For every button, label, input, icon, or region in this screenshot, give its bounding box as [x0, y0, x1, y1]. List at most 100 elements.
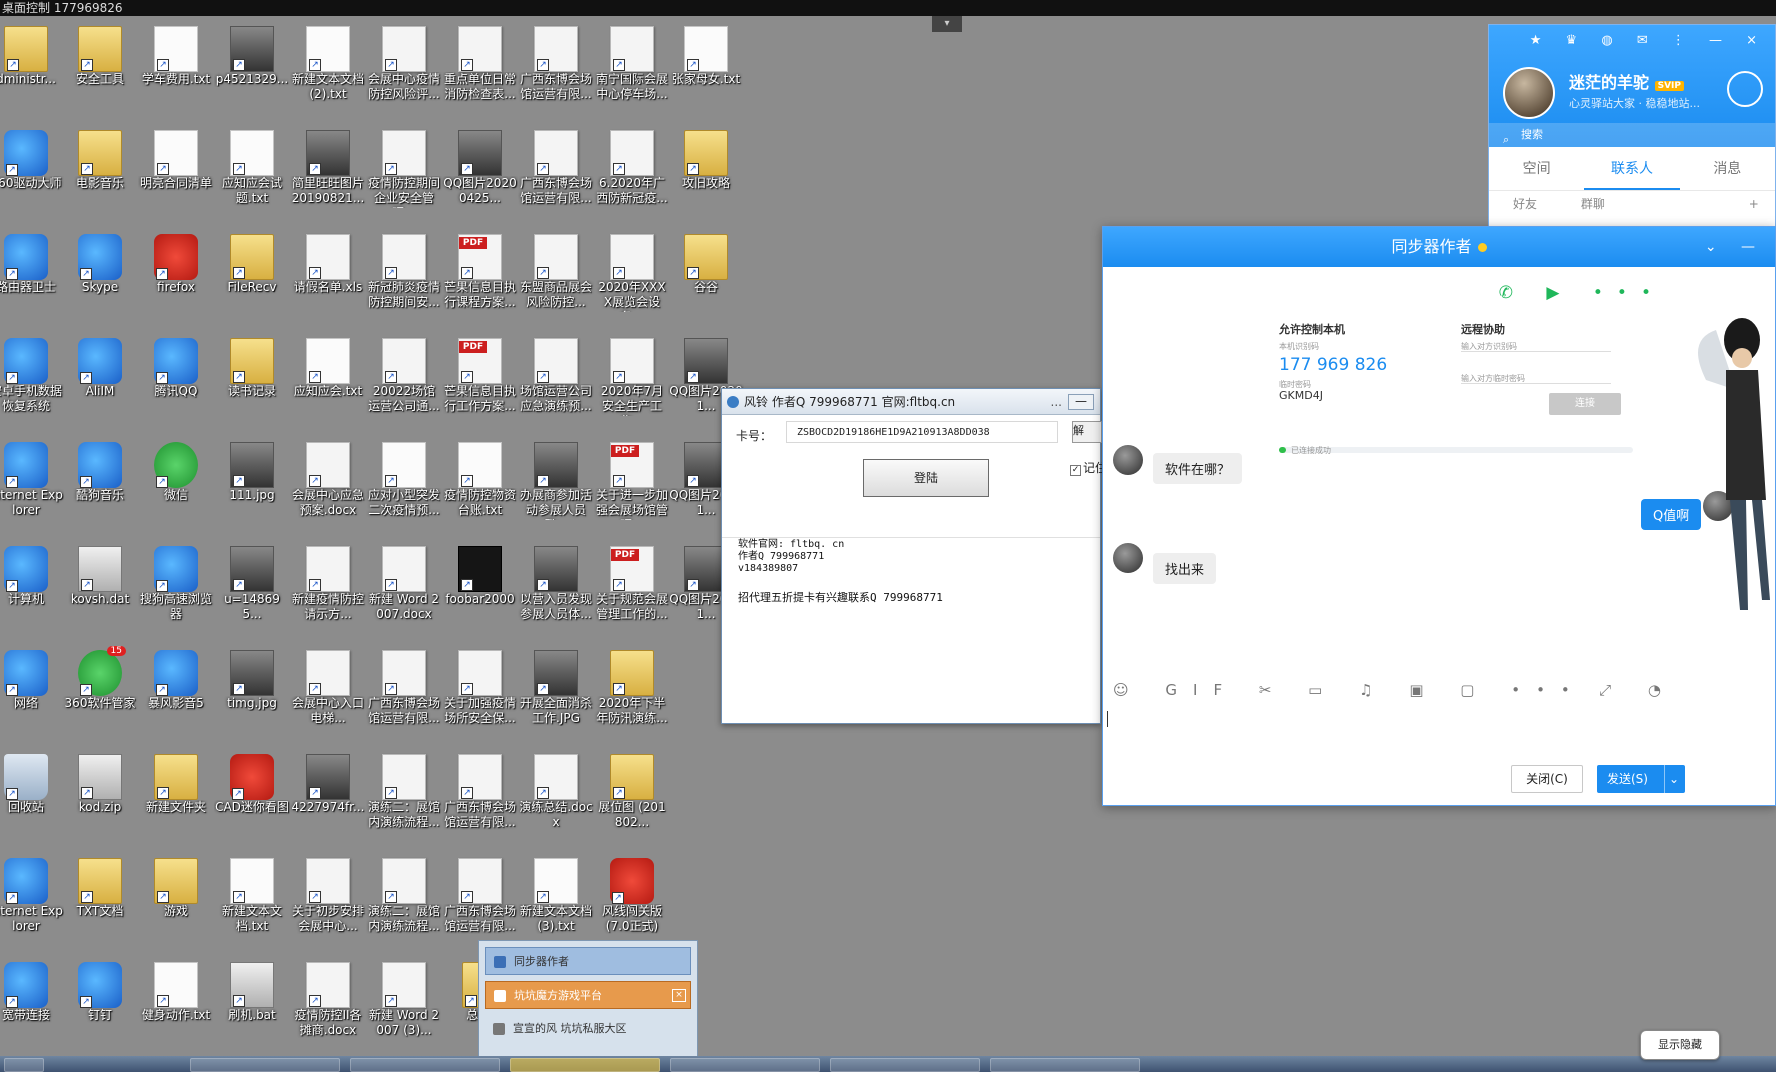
desktop-icon[interactable]: ↗ 新建文本文档 (3).txt — [518, 852, 594, 952]
desktop-icon[interactable]: ↗ timg.jpg — [214, 644, 290, 744]
desktop-icon[interactable]: ↗芒果信息目执行课程方案... — [442, 228, 518, 328]
desktop-icon[interactable]: ↗ 暴风影音5 — [138, 644, 214, 744]
desktop-icon[interactable]: ↗ p4521329... — [214, 20, 290, 120]
desktop-icon[interactable]: ↗ 学车费用.txt — [138, 20, 214, 120]
desktop-icon[interactable]: ↗360驱动大师 — [0, 124, 64, 224]
subtab-groups[interactable]: 群聊 — [1581, 197, 1605, 211]
desktop-icon[interactable]: ↗ 广西东博会场馆运营有限... — [366, 644, 442, 744]
avatar[interactable] — [1113, 445, 1143, 475]
desktop-icon[interactable]: ↗ foobar2000 — [442, 540, 518, 640]
desktop-icon[interactable]: ↗ 宽带连接 — [0, 956, 64, 1056]
chat-actions[interactable]: ✆ ▶ ••• — [1499, 283, 1665, 303]
desktop-icon[interactable]: ↗ 新建文件夹 — [138, 748, 214, 848]
desktop-icon[interactable]: ↗ AliIM — [62, 332, 138, 432]
desktop-icon[interactable]: ↗ 演练二：展馆内演练流程... — [366, 748, 442, 848]
close-button[interactable]: 关闭(C) — [1511, 765, 1583, 793]
desktop-icon[interactable]: ↗ 微信 — [138, 436, 214, 536]
login-button[interactable]: 登陆 — [863, 459, 989, 497]
jump-item-sync-author[interactable]: 同步器作者 — [485, 947, 691, 975]
desktop-icon[interactable]: ↗ firefox — [138, 228, 214, 328]
desktop-icon[interactable]: ↗ 游戏 — [138, 852, 214, 952]
desktop-icon[interactable]: ↗ TXT文档 — [62, 852, 138, 952]
desktop-icon[interactable]: ↗ 回收站 — [0, 748, 64, 848]
desktop-icon[interactable]: ↗ 应知应会试题.txt — [214, 124, 290, 224]
chevron-down-icon[interactable]: ⌄ — [1663, 765, 1679, 793]
window-controls[interactable]: ⌄ — — [1705, 227, 1765, 267]
more-icon[interactable]: ... — [1051, 389, 1062, 414]
desktop-icon[interactable]: ↗芒果信息目执行工作方案... — [442, 332, 518, 432]
close-icon[interactable]: × — [672, 989, 686, 1002]
desktop-icon[interactable]: ↗ dministr... — [0, 20, 64, 120]
peer-id-input[interactable] — [1461, 351, 1611, 352]
jump-item-game-platform[interactable]: 坑坑魔方游戏平台 × — [485, 981, 691, 1009]
desktop-icon[interactable]: ↗ 广西东博会场馆运营有限... — [518, 124, 594, 224]
desktop-icon[interactable]: ↗ 钉钉 — [62, 956, 138, 1056]
desktop-icon[interactable]: ↗ 刷机.bat — [214, 956, 290, 1056]
desktop-icon[interactable]: ↗ Skype — [62, 228, 138, 328]
taskbar-item[interactable] — [190, 1058, 340, 1072]
add-icon[interactable]: + — [1749, 197, 1759, 211]
desktop-icon[interactable]: ↗ 疫情防控II各摊商.docx — [290, 956, 366, 1056]
desktop-icon[interactable]: ↗Internet Explorer — [0, 852, 64, 952]
desktop-icon[interactable]: ↗ 攻旧攻略 — [668, 124, 744, 224]
desktop-icon[interactable]: ↗ 风线闯关版 (7.0正式) — [594, 852, 670, 952]
desktop-icon[interactable]: ↗ 网络 — [0, 644, 64, 744]
qq-top-icons[interactable]: ★ ♛ ◍ ✉ ⋮ — × — [1530, 33, 1767, 48]
desktop-icon[interactable]: ↗2020年7月安全生产工作... — [594, 332, 670, 432]
desktop-icon[interactable]: ↗ kovsh.dat — [62, 540, 138, 640]
send-button[interactable]: 发送(S) ⌄ — [1597, 765, 1685, 793]
desktop-icon[interactable]: ↗ 广西东博会场馆运营有限... — [442, 852, 518, 952]
desktop-icon[interactable]: ↗ 新建 Word 2007 (3)... — [366, 956, 442, 1056]
search-input[interactable]: ⌕ 搜索 — [1489, 123, 1775, 147]
desktop-icon[interactable]: ↗ 15 360软件管家 — [62, 644, 138, 744]
desktop-icon[interactable]: ↗ kod.zip — [62, 748, 138, 848]
desktop-icon[interactable]: ↗ 场馆运营公司应急演练预... — [518, 332, 594, 432]
desktop-icon[interactable]: ↗ 演练总结.docx — [518, 748, 594, 848]
chat-titlebar[interactable]: 同步器作者 ⌄ — — [1103, 227, 1775, 267]
desktop-icon[interactable]: ↗ 关于初步安排会展中心... — [290, 852, 366, 952]
show-hide-button[interactable]: 显示隐藏 — [1640, 1030, 1720, 1060]
desktop-icon[interactable]: ↗ CAD迷你看图 — [214, 748, 290, 848]
card-number-input[interactable]: ZSBOCD2D19186HE1D9A210913A8DD038 — [786, 421, 1058, 443]
desktop-icon[interactable]: ↗ 简里旺旺图片20190821... — [290, 124, 366, 224]
taskbar-item[interactable] — [670, 1058, 820, 1072]
desktop-icon[interactable]: ↗ 健身动作.txt — [138, 956, 214, 1056]
taskbar-item[interactable] — [990, 1058, 1140, 1072]
desktop-icon[interactable]: ↗ 请假名单.xls — [290, 228, 366, 328]
desktop-icon[interactable]: ↗疫情防控期间企业安全管理... — [366, 124, 442, 224]
desktop-icon[interactable]: ↗ QQ图片20200425... — [442, 124, 518, 224]
desktop-icon[interactable]: ↗ 疫情防控物资台账.txt — [442, 436, 518, 536]
desktop-icon[interactable]: ↗ 展位图 (201802... — [594, 748, 670, 848]
desktop-icon[interactable]: ↗ 计算机 — [0, 540, 64, 640]
start-button[interactable] — [4, 1058, 44, 1072]
desktop-icon[interactable]: ↗ 新建疫情防控请示方... — [290, 540, 366, 640]
desktop-icon[interactable]: ↗ 以营入员发现参展人员体... — [518, 540, 594, 640]
desktop-icon[interactable]: ↗ 关于加强疫情场所安全保... — [442, 644, 518, 744]
weather-icon[interactable] — [1727, 71, 1763, 107]
desktop-icon[interactable]: ↗ 明亮合同清单 — [138, 124, 214, 224]
desktop-icon[interactable]: ↗ 张家母女.txt — [668, 20, 744, 120]
desktop-icon[interactable]: ↗ 搜狗高速浏览器 — [138, 540, 214, 640]
desktop-icon[interactable]: ↗ FileRecv — [214, 228, 290, 328]
desktop-icon[interactable]: ↗办展商参加活动参展人员登... — [518, 436, 594, 536]
desktop-icon[interactable]: ↗ 广西东博会场馆运营有限... — [518, 20, 594, 120]
avatar[interactable] — [1503, 67, 1555, 119]
desktop-icon[interactable]: ↗ u=148695... — [214, 540, 290, 640]
login-titlebar[interactable]: 风铃 作者Q 799968771 官网:fltbq.cn ... — — [722, 389, 1100, 415]
desktop-icon[interactable]: ↗Internet Explorer — [0, 436, 64, 536]
jump-item-server[interactable]: 宣宣的风 坑坑私服大区 — [485, 1015, 691, 1043]
subtab-friends[interactable]: 好友 — [1513, 197, 1537, 211]
desktop-icon[interactable]: ↗ 广西东博会场馆运营有限... — [442, 748, 518, 848]
taskbar-item[interactable] — [510, 1058, 660, 1072]
desktop-icon[interactable]: ↗ 会展中心应急预案.docx — [290, 436, 366, 536]
desktop-icon[interactable]: ↗2020年XXXX展览会设备... — [594, 228, 670, 328]
desktop-icon[interactable]: ↗ 安全工具 — [62, 20, 138, 120]
chat-toolbar[interactable]: ☺ GIF ✂ ▭ ♫ ▣ ▢ ••• — [1113, 681, 1586, 699]
desktop-icon[interactable]: ↗ 会展中心疫情防控风险评... — [366, 20, 442, 120]
desktop-icon[interactable]: ↗ 东盟商品展会风险防控... — [518, 228, 594, 328]
taskbar-item[interactable] — [830, 1058, 980, 1072]
desktop-icon[interactable]: ↗ 新建 Word 2007.docx — [366, 540, 442, 640]
desktop-icon[interactable]: ↗关于进一步加强会展场馆管理... — [594, 436, 670, 536]
desktop-icon[interactable]: ↗ 111.jpg — [214, 436, 290, 536]
desktop-icon[interactable]: ↗ 4227974fr... — [290, 748, 366, 848]
